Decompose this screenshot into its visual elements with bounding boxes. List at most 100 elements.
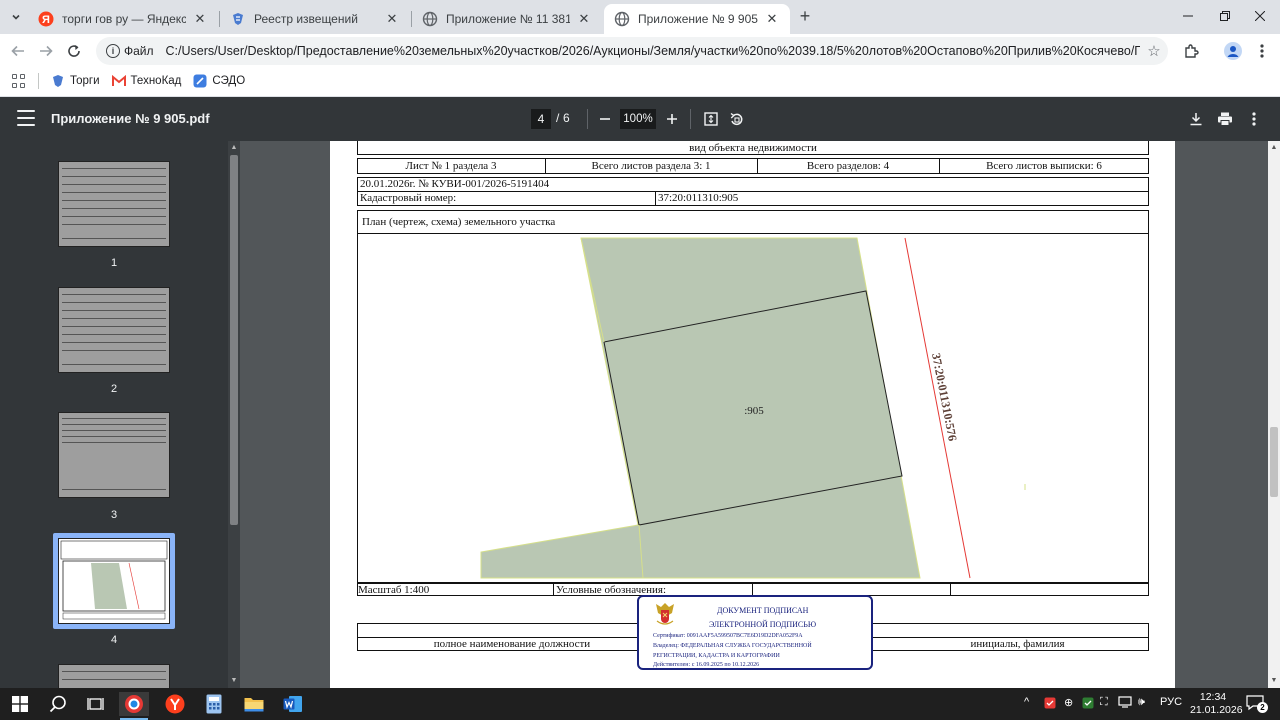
app-tray-icon-3[interactable]: ⛶ bbox=[1100, 696, 1108, 709]
close-icon[interactable]: ✕ bbox=[764, 11, 780, 27]
sidebar-scrollbar[interactable]: ▲ ▼ bbox=[228, 141, 240, 688]
scrollbar-thumb[interactable] bbox=[230, 155, 238, 525]
page-thumbnail[interactable] bbox=[58, 161, 170, 247]
network-icon[interactable] bbox=[1118, 696, 1132, 711]
scroll-down-arrow[interactable]: ▼ bbox=[230, 677, 238, 684]
hamburger-menu-icon[interactable] bbox=[17, 110, 35, 126]
neighbor-boundary-line bbox=[904, 237, 971, 579]
scroll-down-arrow[interactable]: ▼ bbox=[1270, 677, 1278, 684]
reload-button[interactable] bbox=[63, 40, 85, 62]
chevron-down-icon bbox=[12, 14, 20, 20]
bookmark-label: Торги bbox=[70, 75, 100, 87]
notification-center-button[interactable]: 2 bbox=[1246, 694, 1268, 715]
show-hidden-icons[interactable]: ^ bbox=[1024, 696, 1029, 708]
tab-title: торги гов ру — Яндекс: нашлось bbox=[62, 12, 186, 26]
windows-taskbar: ^ ⊕ ⛶ 🕪 РУС 12:34 21.01.2026 2 bbox=[0, 688, 1280, 720]
tab-pdf-9-905[interactable]: Приложение № 9 905.pdf ✕ bbox=[604, 4, 790, 34]
extensions-button[interactable] bbox=[1180, 40, 1202, 62]
parcel-label: :905 bbox=[744, 405, 764, 417]
browser-icon bbox=[125, 695, 143, 713]
signatory-name-caption: инициалы, фамилия bbox=[970, 638, 1065, 650]
thumbnail-label: 4 bbox=[110, 634, 118, 646]
main-scrollbar[interactable]: ▲ ▼ bbox=[1268, 141, 1280, 688]
tab-registry[interactable]: Реестр извещений ✕ bbox=[220, 4, 410, 34]
zoom-out-button[interactable] bbox=[594, 108, 616, 130]
torgi-icon bbox=[51, 74, 65, 88]
page-number-input[interactable]: 4 bbox=[531, 109, 551, 129]
close-icon[interactable]: ✕ bbox=[192, 11, 208, 27]
tab-yandex[interactable]: Я торги гов ру — Яндекс: нашлось ✕ bbox=[28, 4, 218, 34]
taskbar-chrome[interactable] bbox=[119, 692, 149, 716]
clock-time: 12:34 bbox=[1199, 691, 1227, 703]
app-tray-icon[interactable]: ⊕ bbox=[1064, 696, 1073, 709]
windows-logo-icon bbox=[12, 696, 28, 712]
zoom-in-button[interactable] bbox=[661, 108, 683, 130]
page-thumbnail[interactable] bbox=[58, 287, 170, 373]
print-button[interactable] bbox=[1214, 108, 1236, 130]
signatory-position-caption: полное наименование должности bbox=[433, 638, 591, 650]
bookmark-label: ТехноКад bbox=[130, 75, 182, 87]
notification-count-badge: 2 bbox=[1257, 702, 1268, 713]
bookmark-torgi[interactable]: Торги bbox=[51, 74, 100, 88]
rotate-button[interactable] bbox=[725, 108, 747, 130]
close-icon[interactable]: ✕ bbox=[576, 11, 592, 27]
bookmarks-divider bbox=[38, 73, 39, 89]
taskbar-calculator[interactable] bbox=[202, 692, 226, 716]
new-tab-button[interactable]: + bbox=[796, 7, 814, 26]
stamp-line-2: ЭЛЕКТРОННОЙ ПОДПИСЬЮ bbox=[709, 620, 817, 629]
pdf-more-button[interactable] bbox=[1243, 108, 1265, 130]
fit-page-button[interactable] bbox=[700, 108, 722, 130]
task-view-icon bbox=[87, 698, 104, 710]
download-button[interactable] bbox=[1185, 108, 1207, 130]
scroll-up-arrow[interactable]: ▲ bbox=[230, 144, 238, 151]
bookmark-technokad[interactable]: ТехноКад bbox=[111, 74, 182, 88]
site-info-chip[interactable]: i Файл bbox=[102, 41, 158, 61]
address-bar[interactable]: i Файл C:/Users/User/Desktop/Предоставле… bbox=[96, 37, 1168, 65]
zoom-level-input[interactable]: 100% bbox=[620, 109, 656, 129]
page-thumbnail-current[interactable] bbox=[58, 538, 170, 624]
taskbar-file-explorer[interactable] bbox=[242, 692, 266, 716]
tab-search-button[interactable] bbox=[6, 7, 26, 27]
start-button[interactable] bbox=[8, 692, 32, 716]
taskbar-word[interactable] bbox=[281, 692, 305, 716]
menu-button[interactable] bbox=[1251, 40, 1273, 62]
minus-icon bbox=[600, 118, 610, 120]
security-tray-icon[interactable] bbox=[1044, 697, 1056, 712]
page-thumbnail[interactable] bbox=[58, 664, 170, 688]
calculator-icon bbox=[206, 694, 222, 714]
bookmark-star-icon[interactable]: ☆ bbox=[1140, 42, 1168, 60]
cadastral-number-value: 37:20:011310:905 bbox=[658, 192, 739, 204]
task-view-button[interactable] bbox=[84, 692, 108, 716]
minimize-icon bbox=[1183, 15, 1193, 17]
avatar-icon bbox=[1224, 42, 1242, 60]
tab-pdf-11-381[interactable]: Приложение № 11 381.pdf ✕ bbox=[412, 4, 602, 34]
sedo-icon bbox=[193, 74, 207, 88]
fit-page-icon bbox=[704, 112, 718, 126]
scroll-up-arrow[interactable]: ▲ bbox=[1270, 144, 1278, 151]
close-window-button[interactable] bbox=[1240, 0, 1280, 32]
pdf-page: вид объекта недвижимости Лист № 1 раздел… bbox=[330, 141, 1175, 688]
clock-date: 21.01.2026 bbox=[1190, 704, 1243, 716]
input-language[interactable]: РУС bbox=[1160, 696, 1182, 708]
close-icon[interactable]: ✕ bbox=[384, 11, 400, 27]
app-tray-icon-2[interactable] bbox=[1082, 697, 1094, 712]
search-button[interactable] bbox=[46, 692, 70, 716]
back-button[interactable] bbox=[7, 40, 29, 62]
search-icon bbox=[49, 695, 66, 713]
forward-button[interactable] bbox=[35, 40, 57, 62]
scrollbar-thumb[interactable] bbox=[1270, 427, 1278, 497]
plus-icon bbox=[667, 114, 677, 124]
system-clock[interactable]: 12:34 21.01.2026 bbox=[1190, 691, 1243, 717]
apps-grid-icon[interactable] bbox=[12, 74, 26, 88]
object-type-header: вид объекта недвижимости bbox=[689, 142, 817, 154]
bookmark-sedo[interactable]: СЭДО bbox=[193, 74, 245, 88]
scale-label: Масштаб 1:400 bbox=[358, 584, 430, 596]
stamp-owner-cont: РЕГИСТРАЦИИ, КАДАСТРА И КАРТОГРАФИИ bbox=[653, 653, 780, 659]
taskbar-yandex-browser[interactable] bbox=[163, 692, 187, 716]
plan-title: План (чертеж, схема) земельного участка bbox=[362, 216, 556, 228]
url-text[interactable]: C:/Users/User/Desktop/Предоставление%20з… bbox=[166, 44, 1140, 58]
profile-button[interactable] bbox=[1222, 40, 1244, 62]
page-thumbnail[interactable] bbox=[58, 412, 170, 498]
volume-icon[interactable]: 🕪 bbox=[1138, 696, 1145, 709]
more-vert-icon bbox=[1252, 112, 1256, 126]
